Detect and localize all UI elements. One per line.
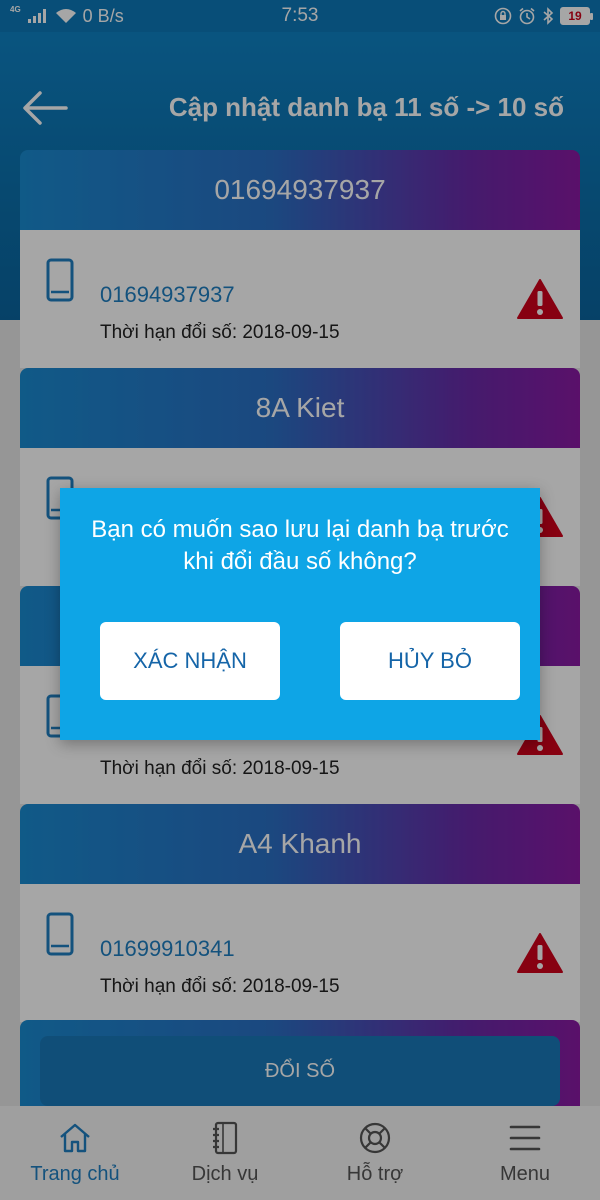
cancel-button[interactable]: HỦY BỎ [340, 622, 520, 700]
backup-confirm-dialog: Bạn có muốn sao lưu lại danh bạ trước kh… [60, 488, 540, 740]
confirm-button[interactable]: XÁC NHẬN [100, 622, 280, 700]
dialog-message: Bạn có muốn sao lưu lại danh bạ trước kh… [91, 516, 509, 575]
